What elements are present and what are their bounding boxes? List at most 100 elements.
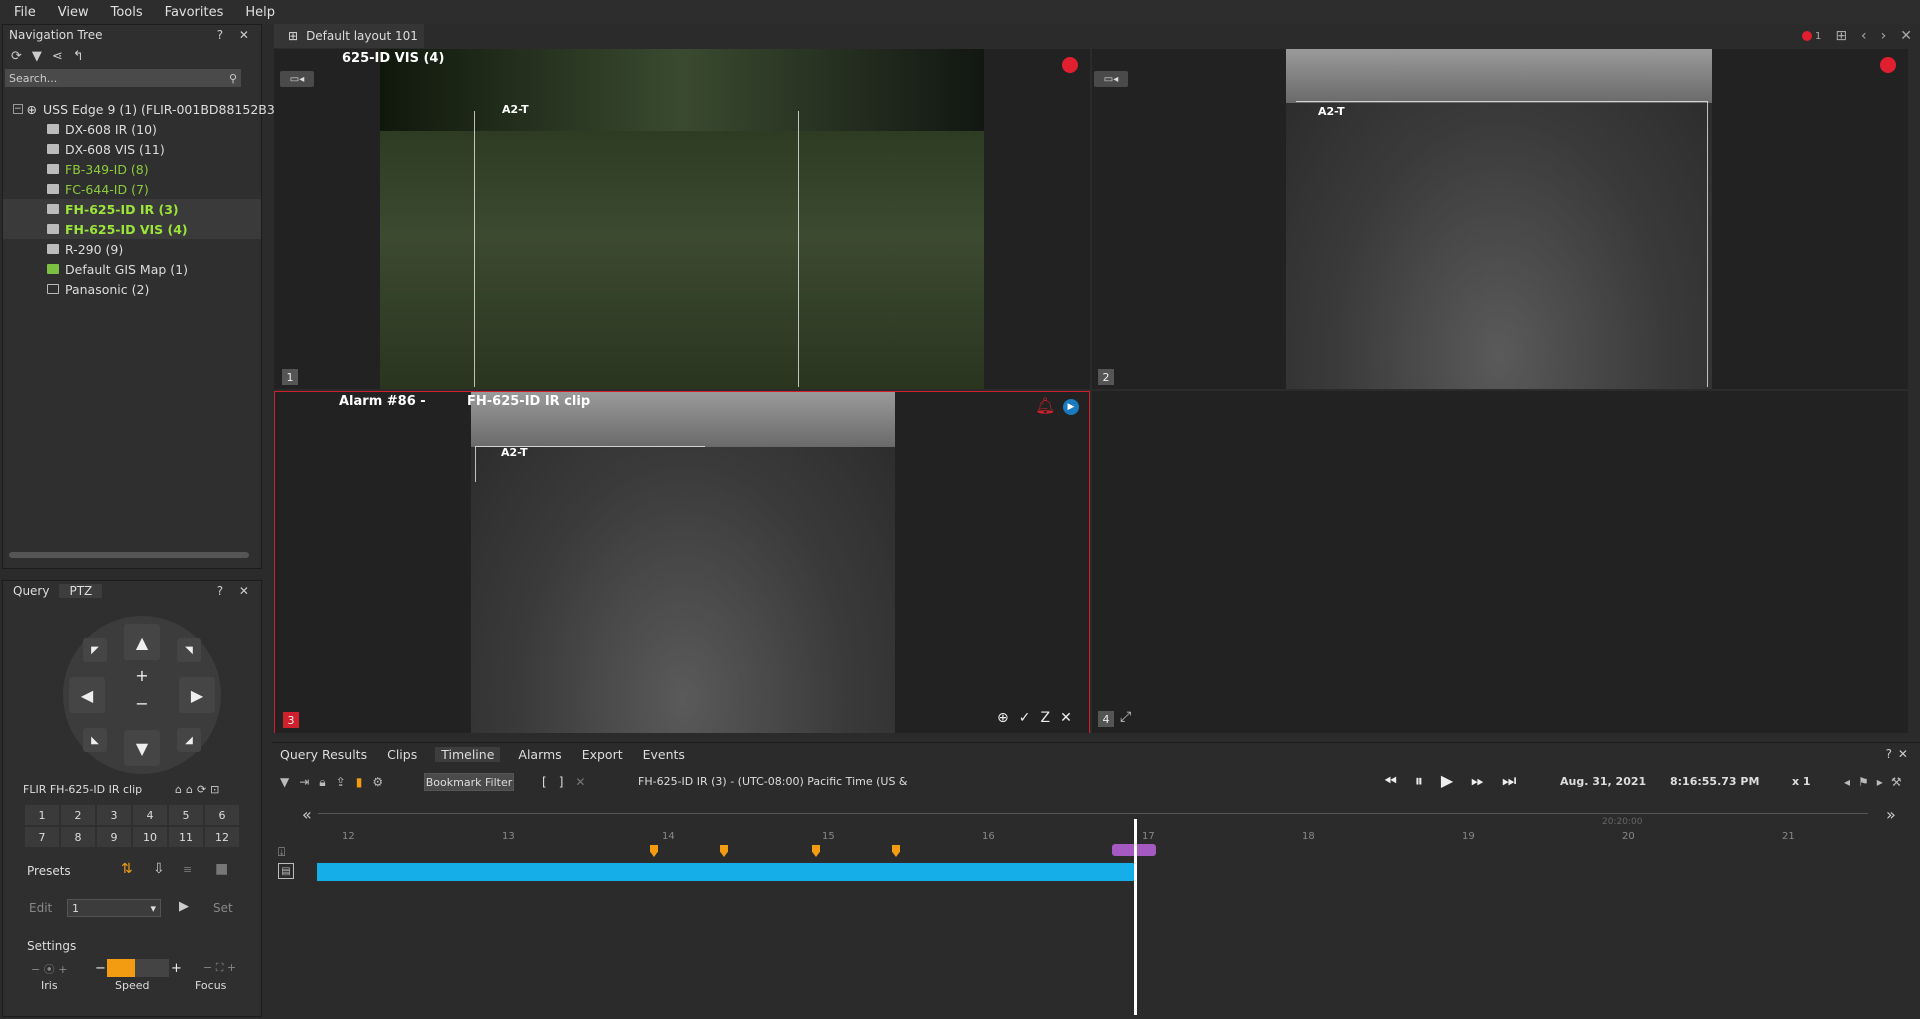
tab-events[interactable]: Events	[641, 747, 687, 762]
layout-grid-button-icon[interactable]: ⊞	[1835, 28, 1847, 44]
event-marker[interactable]	[812, 845, 820, 857]
next-layout-icon[interactable]: ›	[1881, 28, 1887, 44]
pan-up-right-button[interactable]: ◥	[177, 638, 201, 662]
track-toggle-icon[interactable]: ▤	[278, 863, 294, 879]
search-icon[interactable]: ⚲	[229, 72, 237, 85]
preset-5-button[interactable]: 5	[169, 805, 203, 825]
tree-item[interactable]: FH-625-ID IR (3)	[3, 199, 261, 219]
tab-clips[interactable]: Clips	[385, 747, 419, 762]
alarm-indicator[interactable]: 1	[1801, 31, 1821, 42]
preset-select[interactable]: 1 ▾	[67, 899, 161, 917]
tool-icon[interactable]: ⚒	[1891, 775, 1902, 789]
tab-query[interactable]: Query	[3, 584, 59, 598]
expand-icon[interactable]: ⤢	[1120, 709, 1131, 725]
play-clip-icon[interactable]: ▶	[1063, 399, 1079, 415]
rewind-icon[interactable]: ⏪︎	[1384, 771, 1397, 791]
menu-tools[interactable]: Tools	[107, 3, 147, 22]
pan-right-button[interactable]: ▶	[179, 677, 215, 713]
step-forward-icon[interactable]: ⏭︎	[1502, 771, 1516, 791]
tree-item[interactable]: FC-644-ID (7)	[3, 179, 261, 199]
preset-11-button[interactable]: 11	[169, 827, 203, 847]
clear-marks-icon[interactable]: ✕	[575, 775, 585, 789]
lock-icon[interactable]: 🔒︎	[319, 775, 325, 790]
tree-item[interactable]: Default GIS Map (1)	[3, 259, 261, 279]
snooze-icon[interactable]: Z	[1040, 710, 1050, 726]
tree-item[interactable]: FH-625-ID VIS (4)	[3, 219, 261, 239]
pause-icon[interactable]: ⏸︎	[1415, 771, 1423, 791]
menu-help[interactable]: Help	[241, 3, 279, 22]
zoom-in-button[interactable]: +	[130, 663, 154, 687]
tab-export[interactable]: Export	[580, 747, 625, 762]
camera-toggle-icon[interactable]: ▭◂	[1094, 71, 1128, 87]
tree-item[interactable]: DX-608 IR (10)	[3, 119, 261, 139]
tilt-up-button[interactable]: ▲	[124, 624, 160, 660]
dismiss-icon[interactable]: ✕	[1060, 710, 1072, 726]
settings-icon[interactable]: ⚙	[372, 775, 383, 790]
timeline-scroll-left-icon[interactable]: «	[302, 805, 312, 824]
tilt-down-button[interactable]: ▼	[124, 730, 160, 766]
preset-12-button[interactable]: 12	[205, 827, 239, 847]
preset-all-icon[interactable]: ≡	[183, 863, 192, 876]
edit-label[interactable]: Edit	[29, 901, 52, 915]
search-input[interactable]: Search... ⚲	[5, 69, 241, 87]
filter-icon[interactable]: ▼	[32, 49, 42, 64]
preset-3-button[interactable]: 3	[97, 805, 131, 825]
tab-default-layout[interactable]: ⊞ Default layout 101	[274, 24, 424, 48]
focus-controls[interactable]: − ⛶ +	[203, 961, 236, 975]
acknowledge-icon[interactable]: ✓	[1019, 710, 1031, 726]
panel-controls[interactable]: ? ✕	[217, 584, 261, 598]
fast-forward-icon[interactable]: ⏩︎	[1471, 771, 1484, 791]
play-preset-icon[interactable]: ▶	[179, 899, 189, 914]
timeline-scroll-right-icon[interactable]: »	[1886, 805, 1896, 824]
tree-item[interactable]: Panasonic (2)	[3, 279, 261, 299]
pan-down-left-button[interactable]: ◣	[83, 728, 107, 752]
tree-item[interactable]: FB-349-ID (8)	[3, 159, 261, 179]
speed-decrease-icon[interactable]: −	[95, 961, 106, 976]
preset-6-button[interactable]: 6	[205, 805, 239, 825]
playhead-cursor[interactable]	[1134, 819, 1137, 1015]
tab-alarms[interactable]: Alarms	[516, 747, 563, 762]
filter-icon[interactable]: ▼	[280, 775, 289, 790]
video-tile-4[interactable]: 4 ⤢	[1092, 391, 1908, 733]
tree-root[interactable]: − ⊕ USS Edge 9 (1) (FLIR-001BD88152B3)	[3, 99, 280, 119]
bookmark-filter-button[interactable]: Bookmark Filter	[424, 773, 514, 791]
camera-toggle-icon[interactable]: ▭◂	[280, 71, 314, 87]
menu-favorites[interactable]: Favorites	[161, 3, 228, 22]
menu-file[interactable]: File	[10, 3, 40, 22]
preset-1-button[interactable]: 1	[25, 805, 59, 825]
iris-controls[interactable]: − ⦿ +	[31, 961, 67, 977]
event-marker[interactable]	[892, 845, 900, 857]
video-tile-1[interactable]: A2-T 625-ID VIS (4) ▭◂ 1	[274, 49, 1090, 389]
set-label[interactable]: Set	[213, 901, 233, 915]
speed-down-icon[interactable]: ◂	[1844, 775, 1850, 789]
collapse-toggle-icon[interactable]: −	[13, 104, 23, 114]
tab-timeline[interactable]: Timeline	[435, 747, 501, 762]
pan-left-button[interactable]: ◀	[69, 677, 105, 713]
previous-layout-icon[interactable]: ‹	[1861, 28, 1867, 44]
mark-out-icon[interactable]: ]	[559, 775, 564, 789]
preset-9-button[interactable]: 9	[97, 827, 131, 847]
close-icon[interactable]: ✕	[1900, 28, 1912, 44]
preset-2-button[interactable]: 2	[61, 805, 95, 825]
preset-camera-icon[interactable]: ■	[215, 861, 228, 877]
event-marker[interactable]	[720, 845, 728, 857]
tree-item[interactable]: DX-608 VIS (11)	[3, 139, 261, 159]
menu-view[interactable]: View	[54, 3, 93, 22]
tab-query-results[interactable]: Query Results	[278, 747, 369, 762]
preset-8-button[interactable]: 8	[61, 827, 95, 847]
pan-up-left-button[interactable]: ◤	[83, 638, 107, 662]
play-icon[interactable]: ▶	[1441, 771, 1453, 791]
preset-add-icon[interactable]: ⇩	[153, 861, 165, 877]
timeline-panel-controls[interactable]: ?✕	[1886, 747, 1914, 761]
speed-increase-icon[interactable]: +	[171, 961, 182, 976]
mark-in-icon[interactable]: [	[542, 775, 547, 789]
export-icon[interactable]: ⇪	[336, 775, 346, 790]
tree-item[interactable]: R-290 (9)	[3, 239, 261, 259]
preset-tool-icon[interactable]: ⇅	[121, 861, 133, 877]
alarm-bell-icon[interactable]: 🔔︎	[1035, 396, 1055, 415]
event-marker[interactable]	[650, 845, 658, 857]
share-icon[interactable]: ⋖	[52, 49, 63, 64]
speed-up-icon[interactable]: ▸	[1877, 775, 1883, 789]
recording-track-bar[interactable]	[317, 863, 1137, 881]
speed-slider[interactable]	[107, 959, 169, 977]
